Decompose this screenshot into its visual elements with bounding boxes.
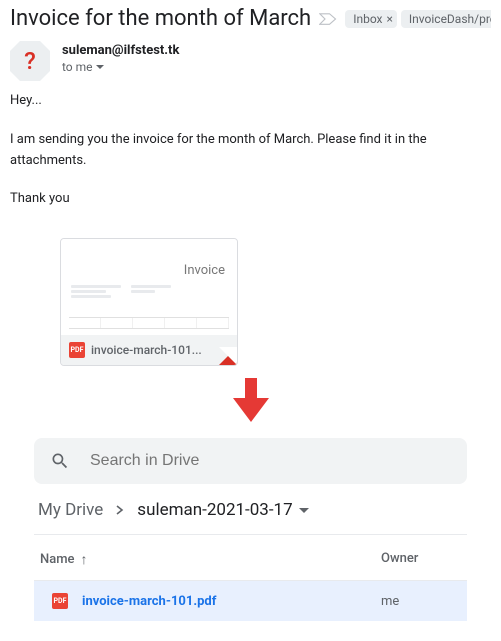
chevron-down-icon — [299, 508, 309, 513]
chevron-down-icon — [96, 65, 104, 69]
label-container: Inbox × InvoiceDash/pro — [345, 10, 491, 28]
attachment-filename: invoice-march-101... — [91, 343, 202, 357]
save-to-drive-corner[interactable] — [219, 347, 237, 365]
pdf-icon: PDF — [69, 342, 85, 358]
to-text: to me — [62, 60, 93, 74]
search-input[interactable] — [88, 451, 451, 471]
body-line: Thank you — [10, 189, 491, 210]
label-inbox[interactable]: Inbox × — [345, 10, 397, 28]
attachment-preview: Invoice — [61, 239, 237, 335]
arrow-down-icon — [231, 376, 271, 424]
breadcrumb: My Drive suleman-2021-03-17 — [34, 484, 467, 535]
close-icon[interactable]: × — [387, 12, 393, 26]
label-text: InvoiceDash/pro — [409, 12, 491, 26]
attachment-card[interactable]: Invoice PDF invoice-march-101... — [60, 238, 238, 366]
body-line: Hey... — [10, 91, 491, 112]
file-name: invoice-march-101.pdf — [82, 594, 216, 609]
email-subject: Invoice for the month of March — [10, 6, 311, 31]
file-row[interactable]: PDF invoice-march-101.pdf me — [34, 581, 467, 621]
drive-search-bar[interactable] — [34, 438, 467, 484]
preview-title: Invoice — [184, 263, 225, 278]
column-name[interactable]: Name ↑ — [40, 551, 381, 568]
breadcrumb-root[interactable]: My Drive — [38, 500, 103, 520]
file-owner: me — [381, 594, 461, 609]
avatar[interactable]: ? — [10, 41, 50, 81]
email-body: Hey... I am sending you the invoice for … — [0, 87, 501, 232]
pdf-icon: PDF — [52, 593, 68, 609]
label-invoicedash[interactable]: InvoiceDash/pro — [401, 10, 491, 28]
column-name-label: Name — [40, 552, 75, 567]
label-text: Inbox — [353, 12, 382, 26]
breadcrumb-current[interactable]: suleman-2021-03-17 — [137, 500, 308, 520]
file-list-header: Name ↑ Owner — [34, 535, 467, 581]
annotation-arrow — [0, 376, 501, 424]
recipient-dropdown[interactable]: to me — [62, 60, 179, 74]
chevron-right-icon — [115, 505, 125, 515]
body-line: I am sending you the invoice for the mon… — [10, 130, 491, 172]
column-owner[interactable]: Owner — [381, 551, 461, 568]
search-icon — [50, 451, 70, 471]
sort-ascending-icon: ↑ — [81, 551, 88, 568]
important-marker-icon[interactable] — [319, 12, 337, 26]
sender-address[interactable]: suleman@ilfstest.tk — [62, 43, 179, 58]
breadcrumb-current-label: suleman-2021-03-17 — [137, 500, 292, 520]
